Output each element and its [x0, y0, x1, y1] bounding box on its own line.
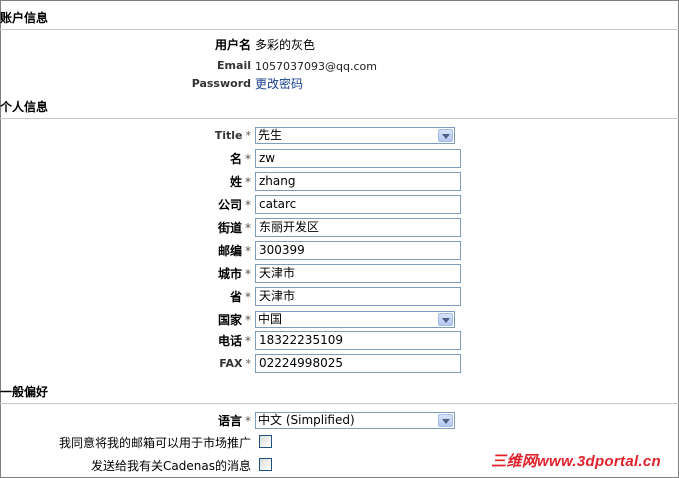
username-label: 用户名 — [214, 38, 251, 52]
company-row: 公司 * catarc — [0, 194, 679, 217]
street-input[interactable]: 东丽开发区 — [255, 218, 461, 237]
email-value: 1057037093@qq.com — [255, 60, 377, 73]
street-label: 街道 * — [217, 221, 251, 235]
postcode-input[interactable]: 300399 — [255, 241, 461, 260]
phone-label: 电话 * — [217, 334, 251, 348]
last-name-label: 姓 * — [229, 175, 251, 189]
change-password-link[interactable]: 更改密码 — [255, 77, 303, 92]
site-watermark: 三维网www.3dportal.cn — [491, 453, 661, 470]
cadenas-news-checkbox[interactable] — [259, 458, 272, 471]
postcode-label: 邮编 * — [217, 244, 251, 258]
city-label: 城市 * — [217, 267, 251, 281]
country-label: 国家 * — [217, 313, 251, 327]
province-input[interactable]: 天津市 — [255, 287, 461, 306]
title-label: Title * — [214, 129, 251, 142]
account-section-heading: 账户信息 — [0, 8, 679, 30]
chevron-down-icon[interactable] — [438, 414, 453, 427]
fax-label: FAX * — [219, 357, 251, 370]
preferences-section-heading: 一般偏好 — [0, 382, 679, 404]
postcode-row: 邮编 * 300399 — [0, 240, 679, 263]
company-input[interactable]: catarc — [255, 195, 461, 214]
cadenas-news-label: 发送给我有关Cadenas的消息 — [91, 459, 251, 473]
city-input[interactable]: 天津市 — [255, 264, 461, 283]
password-row: Password 更改密码 — [0, 73, 679, 96]
phone-row: 电话 * 18322235109 — [0, 330, 679, 353]
password-label: Password — [191, 77, 251, 90]
chevron-down-icon[interactable] — [438, 129, 453, 142]
country-row: 国家 * 中国 — [0, 309, 679, 332]
first-name-row: 名 * zw — [0, 148, 679, 171]
company-label: 公司 * — [217, 198, 251, 212]
country-select[interactable]: 中国 — [255, 311, 455, 328]
first-name-input[interactable]: zw — [255, 149, 461, 168]
language-label: 语言 * — [217, 414, 251, 428]
first-name-label: 名 * — [229, 152, 251, 166]
username-value: 多彩的灰色 — [255, 38, 316, 52]
last-name-input[interactable]: zhang — [255, 172, 461, 191]
language-row: 语言 * 中文 (Simplified) — [0, 410, 679, 433]
fax-input[interactable]: 02224998025 — [255, 354, 461, 373]
personal-section-heading: 个人信息 — [0, 97, 679, 119]
title-row: Title * 先生 — [0, 125, 679, 148]
fax-row: FAX * 02224998025 — [0, 353, 679, 376]
chevron-down-icon[interactable] — [438, 313, 453, 326]
marketing-consent-checkbox[interactable] — [259, 435, 272, 448]
language-select[interactable]: 中文 (Simplified) — [255, 412, 455, 429]
street-row: 街道 * 东丽开发区 — [0, 217, 679, 240]
phone-input[interactable]: 18322235109 — [255, 331, 461, 350]
province-row: 省 * 天津市 — [0, 286, 679, 309]
email-label: Email — [217, 59, 251, 72]
city-row: 城市 * 天津市 — [0, 263, 679, 286]
marketing-consent-label: 我同意将我的邮箱可以用于市场推广 — [58, 436, 251, 450]
username-row: 用户名 多彩的灰色 — [0, 34, 679, 57]
province-label: 省 * — [229, 290, 251, 304]
title-select[interactable]: 先生 — [255, 127, 455, 144]
last-name-row: 姓 * zhang — [0, 171, 679, 194]
